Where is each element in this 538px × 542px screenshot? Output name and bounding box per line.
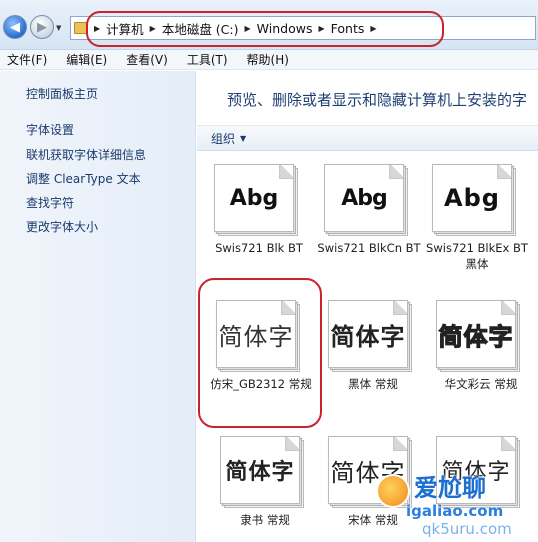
font-info-online-link[interactable]: 联机获取字体详细信息 bbox=[26, 146, 146, 163]
cleartype-link[interactable]: 调整 ClearType 文本 bbox=[26, 170, 141, 187]
arrow-right-icon: ▶ bbox=[37, 19, 47, 35]
chevron-down-icon[interactable]: ▼ bbox=[240, 134, 246, 143]
menu-view[interactable]: 查看(V) bbox=[126, 51, 168, 68]
font-label: 黑体 常规 bbox=[348, 377, 398, 391]
font-preview-icon: 简体字 bbox=[328, 300, 408, 368]
task-pane: 控制面板主页 字体设置 联机获取字体详细信息 调整 ClearType 文本 查… bbox=[0, 71, 196, 542]
watermark-logo-icon bbox=[376, 474, 410, 508]
font-preview-icon: 简体字 bbox=[436, 300, 516, 368]
command-bar: 组织 ▼ bbox=[197, 125, 538, 151]
change-font-size-link[interactable]: 更改字体大小 bbox=[26, 218, 98, 235]
font-label: 隶书 常规 bbox=[240, 513, 290, 527]
forward-button[interactable]: ▶ bbox=[30, 15, 54, 39]
back-button[interactable]: ◀ bbox=[3, 15, 27, 39]
font-label: Swis721 BlkEx BT 黑体 bbox=[426, 241, 528, 271]
menu-edit[interactable]: 编辑(E) bbox=[66, 51, 107, 68]
page-heading: 预览、删除或者显示和隐藏计算机上安装的字 bbox=[227, 91, 528, 109]
menu-file[interactable]: 文件(F) bbox=[7, 51, 47, 68]
menu-tools[interactable]: 工具(T) bbox=[187, 51, 228, 68]
address-toolbar: ◀ ▶ ▼ ▶ 计算机 ▶ 本地磁盘 (C:) ▶ Windows ▶ Font… bbox=[0, 0, 538, 50]
font-preview-icon: Abg bbox=[324, 164, 404, 232]
font-label: Swis721 Blk BT bbox=[215, 241, 303, 255]
font-preview-icon: 简体字 bbox=[220, 436, 300, 504]
menu-bar: 文件(F) 编辑(E) 查看(V) 工具(T) 帮助(H) bbox=[0, 50, 538, 70]
watermark-text: 爱尬聊 bbox=[414, 474, 486, 502]
font-label: Swis721 BlkCn BT bbox=[317, 241, 421, 255]
find-character-link[interactable]: 查找字符 bbox=[26, 194, 74, 211]
arrow-left-icon: ◀ bbox=[10, 19, 20, 35]
control-panel-home-link[interactable]: 控制面板主页 bbox=[26, 85, 98, 102]
address-highlight-annotation bbox=[86, 11, 444, 47]
font-highlight-annotation bbox=[198, 278, 322, 428]
font-preview-icon: Abg bbox=[432, 164, 512, 232]
watermark: 爱尬聊 igaliao.com qk5uru.com bbox=[376, 468, 538, 542]
font-preview-icon: Abg bbox=[214, 164, 294, 232]
organize-button[interactable]: 组织 bbox=[211, 130, 235, 147]
watermark-url: igaliao.com bbox=[406, 502, 504, 520]
font-settings-link[interactable]: 字体设置 bbox=[26, 121, 74, 138]
font-label: 华文彩云 常规 bbox=[444, 377, 518, 391]
watermark-url-secondary: qk5uru.com bbox=[422, 520, 512, 538]
menu-help[interactable]: 帮助(H) bbox=[247, 51, 289, 68]
recent-pages-dropdown[interactable]: ▼ bbox=[56, 24, 61, 32]
